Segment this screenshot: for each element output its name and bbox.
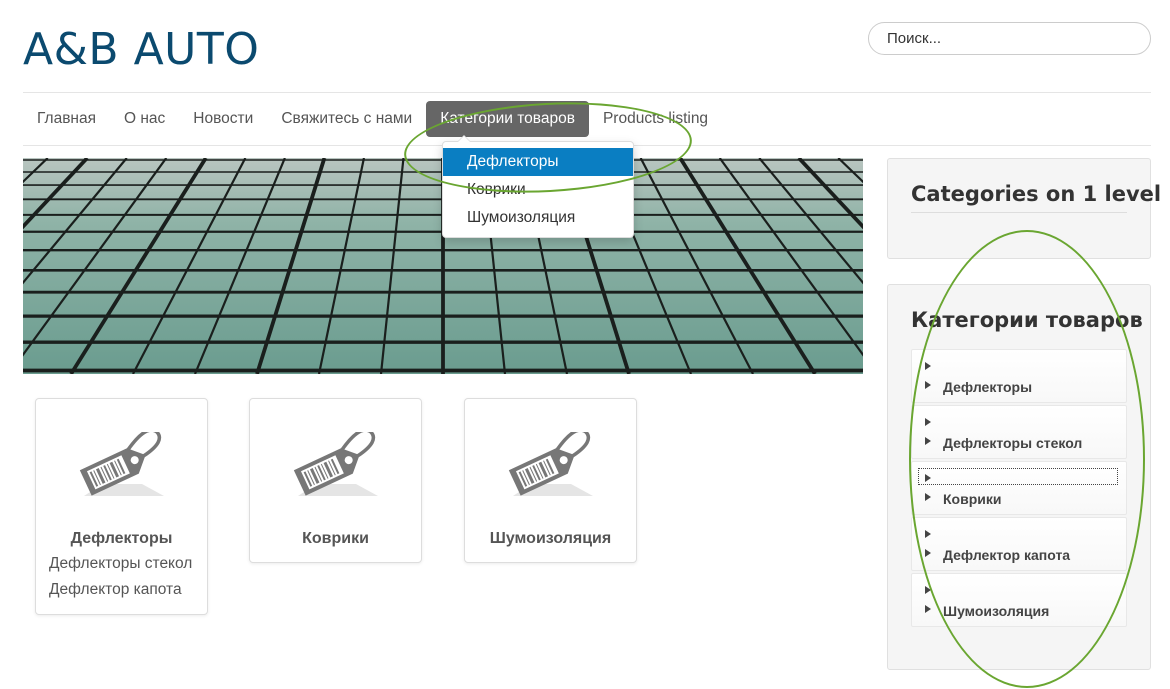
triangle-right-icon[interactable] xyxy=(925,362,931,370)
dropdown-item-deflectors[interactable]: Дефлекторы xyxy=(443,148,633,176)
subcategory-link[interactable]: Дефлекторы стекол xyxy=(36,555,207,573)
price-tag-barcode-icon xyxy=(293,432,378,496)
category-title[interactable]: Дефлекторы xyxy=(36,530,207,548)
tree-item-label[interactable]: Шумоизоляция xyxy=(943,603,1049,619)
site-title[interactable]: A&B AUTO xyxy=(23,24,259,75)
menu-item-product-categories[interactable]: Категории товаров xyxy=(426,101,589,137)
triangle-right-icon[interactable] xyxy=(925,586,931,594)
category-card-soundproofing[interactable]: Шумоизоляция xyxy=(464,398,637,563)
tree-item-label[interactable]: Дефлектор капота xyxy=(943,547,1070,563)
triangle-right-icon[interactable] xyxy=(925,437,931,445)
dropdown-item-soundproofing[interactable]: Шумоизоляция xyxy=(443,204,633,232)
triangle-right-icon[interactable] xyxy=(925,530,931,538)
triangle-right-icon[interactable] xyxy=(925,605,931,613)
tree-item-label[interactable]: Дефлекторы стекол xyxy=(943,435,1082,451)
module-title-underline xyxy=(911,212,1127,213)
tree-item-label[interactable]: Дефлекторы xyxy=(943,379,1032,395)
header-divider xyxy=(23,92,1151,93)
module-categories-level1: Categories on 1 level xyxy=(887,158,1161,259)
main-menu: Главная О нас Новости Свяжитесь с нами К… xyxy=(23,101,722,137)
category-title[interactable]: Шумоизоляция xyxy=(465,530,636,548)
module-title: Categories on 1 level xyxy=(911,182,1162,206)
search-input[interactable] xyxy=(868,22,1151,55)
category-card-mats[interactable]: Коврики xyxy=(249,398,422,563)
categories-dropdown: Дефлекторы Коврики Шумоизоляция xyxy=(442,135,634,238)
menu-item-contact[interactable]: Свяжитесь с нами xyxy=(267,101,426,137)
category-title[interactable]: Коврики xyxy=(250,530,421,548)
module-title: Категории товаров xyxy=(911,308,1143,332)
price-tag-barcode-icon xyxy=(508,432,593,496)
tree-item[interactable]: Шумоизоляция xyxy=(911,573,1127,627)
menu-item-about[interactable]: О нас xyxy=(110,101,179,137)
triangle-right-icon[interactable] xyxy=(925,493,931,501)
tree-item[interactable]: Дефлекторы стекол xyxy=(911,405,1127,459)
menu-item-products-listing[interactable]: Products listing xyxy=(589,101,722,137)
triangle-right-icon[interactable] xyxy=(925,549,931,557)
triangle-right-icon[interactable] xyxy=(925,381,931,389)
category-card-deflectors[interactable]: Дефлекторы Дефлекторы стекол Дефлектор к… xyxy=(35,398,208,615)
tree-item[interactable]: Дефлектор капота xyxy=(911,517,1127,571)
triangle-right-icon[interactable] xyxy=(925,418,931,426)
dropdown-item-mats[interactable]: Коврики xyxy=(443,176,633,204)
tree-item[interactable]: Дефлекторы xyxy=(911,349,1127,403)
menu-item-news[interactable]: Новости xyxy=(179,101,267,137)
subcategory-link[interactable]: Дефлектор капота xyxy=(36,581,207,599)
menu-item-home[interactable]: Главная xyxy=(23,101,110,137)
price-tag-barcode-icon xyxy=(79,432,164,496)
tree-item-label[interactable]: Коврики xyxy=(943,491,1001,507)
focus-outline xyxy=(918,468,1118,485)
